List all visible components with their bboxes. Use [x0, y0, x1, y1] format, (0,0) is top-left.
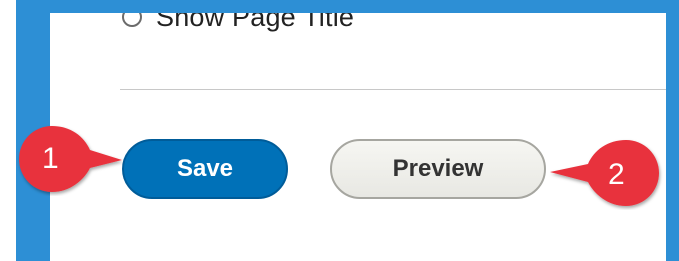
- show-page-title-label: Show Page Title: [156, 13, 355, 32]
- callout-1-number: 1: [42, 142, 59, 175]
- callout-2: 2: [546, 136, 666, 210]
- callout-2-marker-icon: [550, 140, 659, 206]
- callout-2-number: 2: [608, 158, 625, 191]
- divider: [120, 89, 666, 90]
- save-button[interactable]: Save: [122, 139, 288, 199]
- callout-1: 1: [14, 122, 126, 196]
- callout-1-marker-icon: [19, 126, 122, 192]
- show-page-title-option[interactable]: Show Page Title: [122, 13, 354, 37]
- frame-border-right: [666, 0, 679, 261]
- frame-border-top: [16, 0, 679, 13]
- preview-button[interactable]: Preview: [330, 139, 546, 199]
- show-page-title-radio[interactable]: [122, 13, 142, 27]
